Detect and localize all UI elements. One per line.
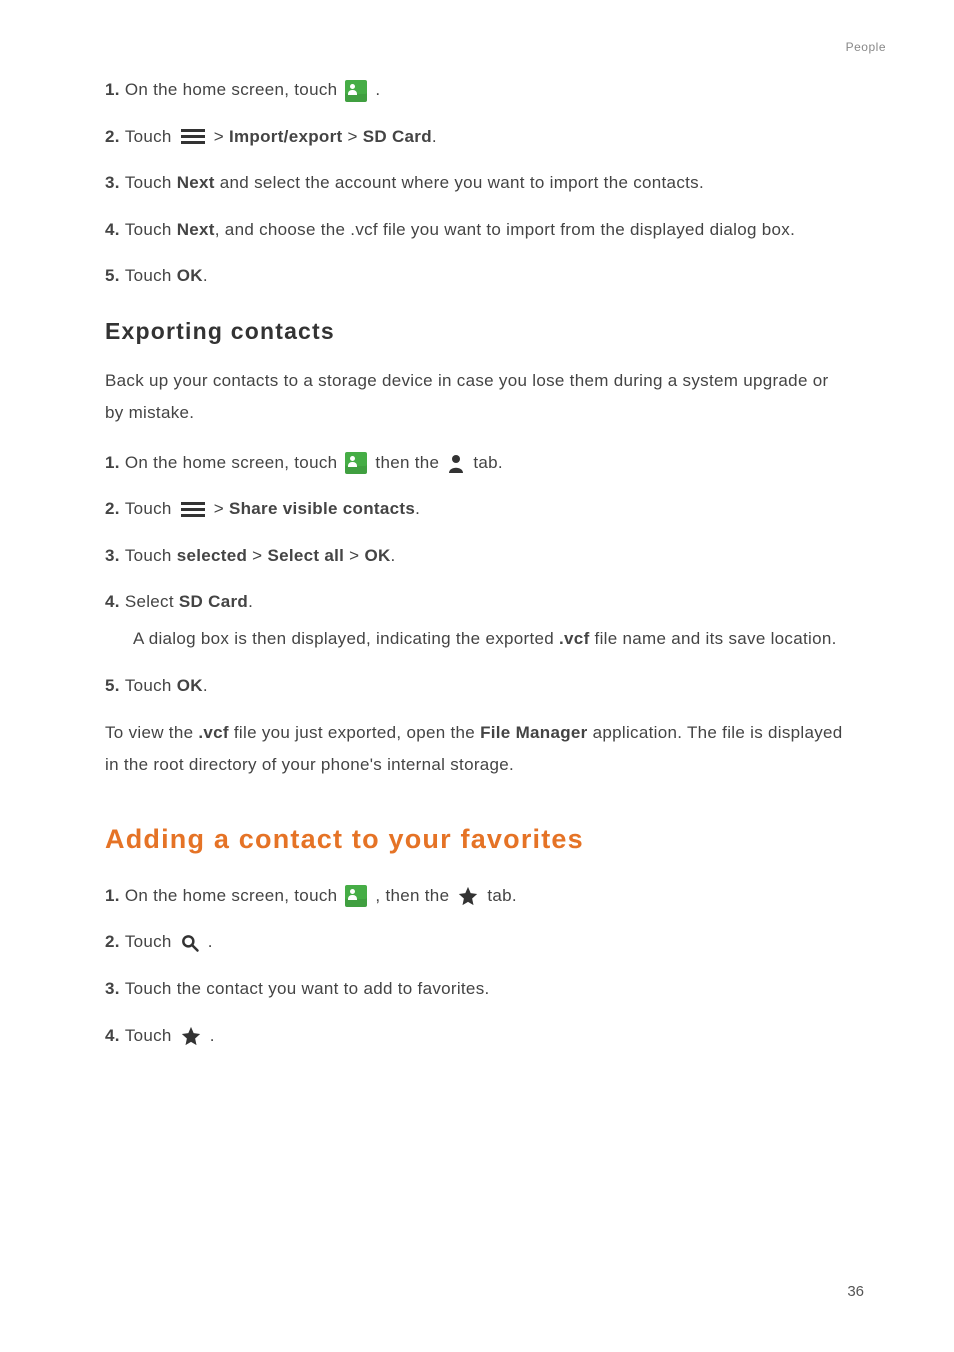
step-text: Touch the contact you want to add to fav…: [125, 979, 490, 998]
exporting-outro: To view the .vcf file you just exported,…: [105, 717, 849, 782]
step-text: , and choose the .vcf file you want to i…: [215, 220, 795, 239]
step-text: Touch: [125, 220, 177, 239]
step-bold: SD Card: [179, 592, 248, 611]
step-number: 5.: [105, 266, 125, 285]
step-text: .: [203, 932, 213, 951]
step-text: .: [432, 127, 437, 146]
contacts-app-icon: [345, 80, 367, 102]
step-bold: OK: [177, 266, 203, 285]
step-bold: Share visible contacts: [229, 499, 415, 518]
step-text: Touch: [125, 1026, 177, 1045]
step-number: 4.: [105, 1026, 125, 1045]
step-bold: OK: [364, 546, 390, 565]
step-text: tab.: [468, 453, 503, 472]
step-text: .: [203, 676, 208, 695]
step-text: >: [209, 499, 229, 518]
step-number: 2.: [105, 932, 125, 951]
export-step-5: 5. Touch OK.: [105, 671, 849, 702]
step-note: A dialog box is then displayed, indicati…: [133, 624, 849, 655]
step-bold: Next: [177, 173, 215, 192]
favorites-step-4: 4. Touch .: [105, 1021, 849, 1052]
step-text: Touch: [125, 266, 177, 285]
favorites-heading: Adding a contact to your favorites: [105, 824, 849, 855]
step-text: .: [203, 266, 208, 285]
chapter-label: People: [846, 40, 886, 54]
page-content: 1. On the home screen, touch . 2. Touch …: [105, 40, 849, 1051]
import-step-4: 4. Touch Next, and choose the .vcf file …: [105, 215, 849, 246]
step-bold: SD Card: [363, 127, 432, 146]
export-step-1: 1. On the home screen, touch then the ta…: [105, 448, 849, 479]
menu-icon: [181, 129, 205, 145]
step-text: .: [248, 592, 253, 611]
step-number: 4.: [105, 592, 125, 611]
step-text: On the home screen, touch: [125, 886, 343, 905]
step-bold: Next: [177, 220, 215, 239]
step-text: On the home screen, touch: [125, 453, 343, 472]
favorites-step-2: 2. Touch .: [105, 927, 849, 958]
step-number: 3.: [105, 173, 125, 192]
step-number: 2.: [105, 499, 125, 518]
star-icon: [180, 1025, 202, 1047]
step-text: .: [391, 546, 396, 565]
step-bold: Import/export: [229, 127, 342, 146]
step-text: .: [415, 499, 420, 518]
step-text: >: [209, 127, 229, 146]
contacts-app-icon: [345, 885, 367, 907]
import-step-5: 5. Touch OK.: [105, 261, 849, 292]
exporting-heading: Exporting contacts: [105, 318, 849, 345]
star-tab-icon: [457, 885, 479, 907]
step-text: >: [342, 127, 362, 146]
step-text: then the: [370, 453, 444, 472]
step-text: and select the account where you want to…: [215, 173, 704, 192]
import-step-2: 2. Touch > Import/export > SD Card.: [105, 122, 849, 153]
step-text: On the home screen, touch: [125, 80, 343, 99]
step-text: Touch: [125, 499, 177, 518]
step-text: , then the: [370, 886, 454, 905]
step-bold: selected: [177, 546, 247, 565]
step-number: 4.: [105, 220, 125, 239]
import-step-3: 3. Touch Next and select the account whe…: [105, 168, 849, 199]
step-number: 2.: [105, 127, 125, 146]
person-tab-icon: [447, 453, 465, 473]
favorites-step-1: 1. On the home screen, touch , then the …: [105, 881, 849, 912]
exporting-intro: Back up your contacts to a storage devic…: [105, 365, 849, 430]
export-step-4: 4. Select SD Card. A dialog box is then …: [105, 587, 849, 654]
step-bold: OK: [177, 676, 203, 695]
step-text: Select: [125, 592, 179, 611]
step-text: Touch: [125, 173, 177, 192]
menu-icon: [181, 502, 205, 518]
step-number: 3.: [105, 979, 125, 998]
import-step-1: 1. On the home screen, touch .: [105, 75, 849, 106]
step-text: >: [344, 546, 364, 565]
search-icon: [180, 933, 200, 953]
favorites-step-3: 3. Touch the contact you want to add to …: [105, 974, 849, 1005]
export-step-3: 3. Touch selected > Select all > OK.: [105, 541, 849, 572]
step-text: .: [370, 80, 380, 99]
step-number: 1.: [105, 453, 125, 472]
step-text: >: [247, 546, 267, 565]
step-number: 5.: [105, 676, 125, 695]
step-text: Touch: [125, 546, 177, 565]
step-number: 1.: [105, 80, 125, 99]
contacts-app-icon: [345, 452, 367, 474]
step-text: Touch: [125, 932, 177, 951]
step-text: Touch: [125, 676, 177, 695]
step-number: 1.: [105, 886, 125, 905]
step-text: .: [205, 1026, 215, 1045]
export-step-2: 2. Touch > Share visible contacts.: [105, 494, 849, 525]
step-text: Touch: [125, 127, 177, 146]
page-number: 36: [847, 1283, 864, 1300]
step-bold: Select all: [267, 546, 344, 565]
step-number: 3.: [105, 546, 125, 565]
step-text: tab.: [482, 886, 517, 905]
